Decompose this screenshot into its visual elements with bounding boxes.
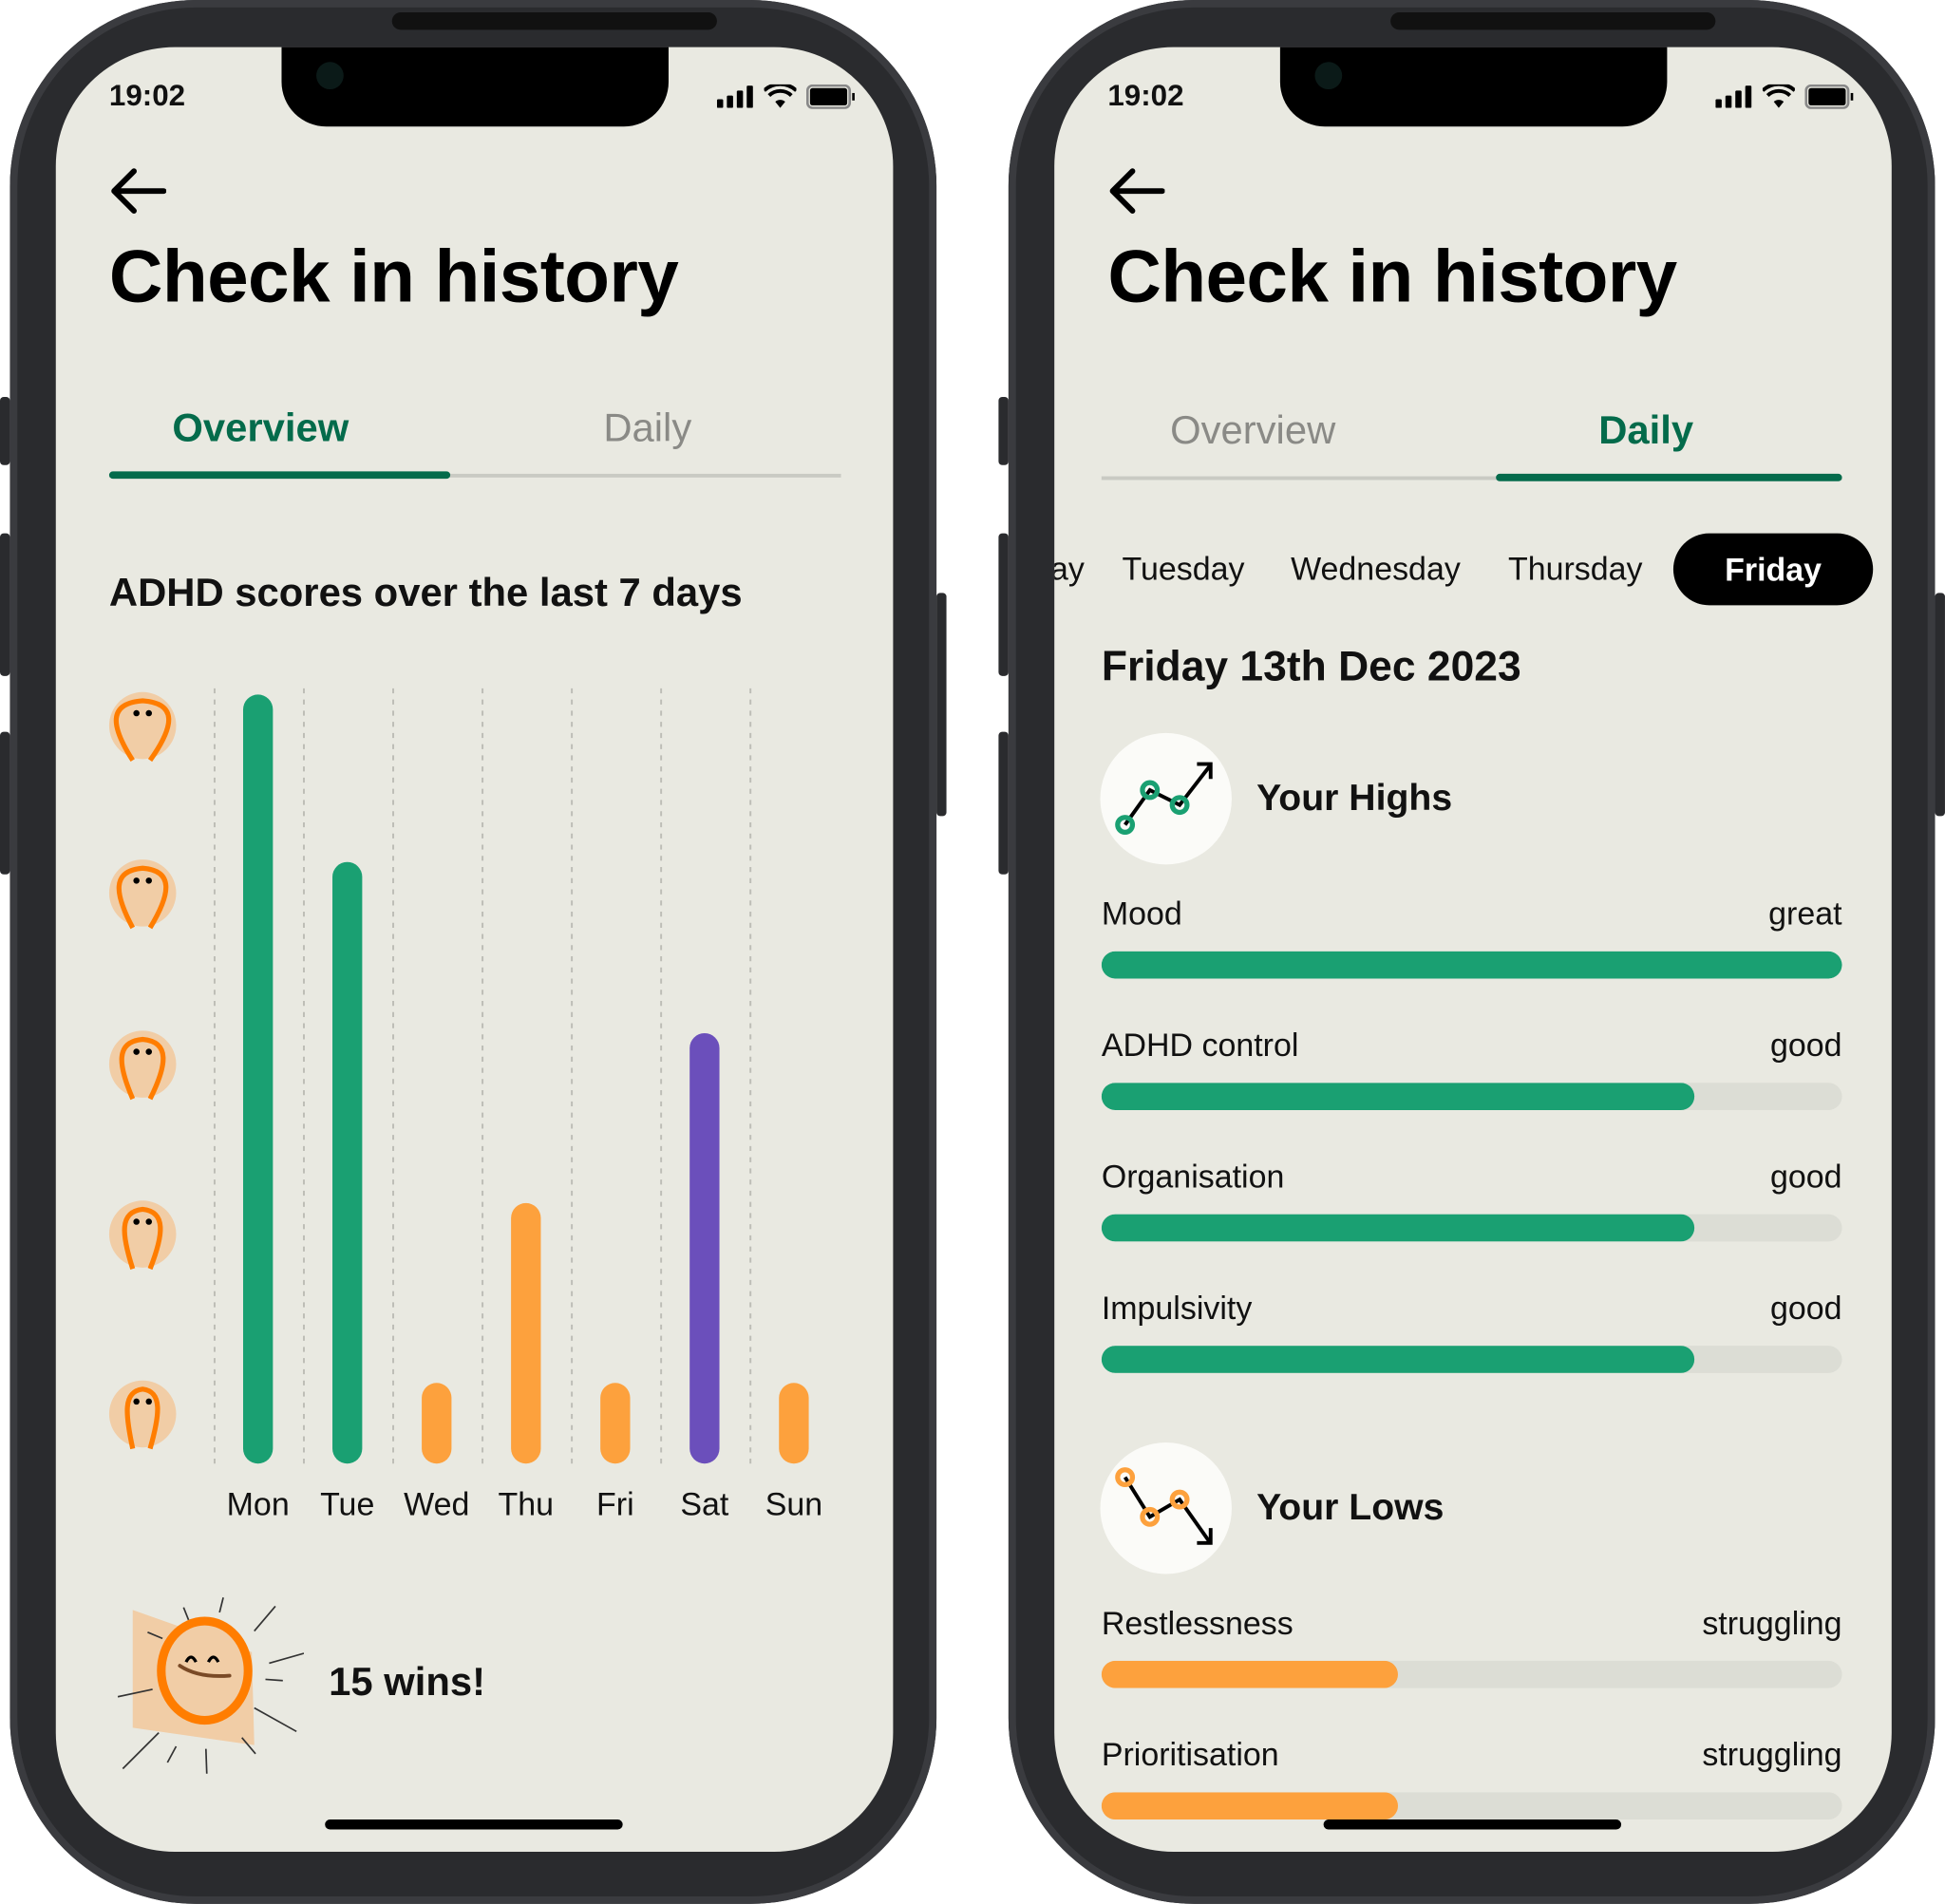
metric-progress-bar	[1101, 1214, 1842, 1242]
day-chip-monday[interactable]: Monday	[1054, 550, 1085, 588]
metric-progress-fill	[1101, 1083, 1694, 1110]
tab-daily[interactable]: Daily	[1598, 407, 1693, 453]
trend-up-icon	[1100, 732, 1232, 865]
metric-value: great	[1768, 895, 1842, 933]
bar-sat	[689, 1032, 720, 1464]
lows-title: Your Lows	[1256, 1487, 1445, 1529]
page-title: Check in history	[1107, 234, 1677, 318]
tab-indicator	[1496, 473, 1842, 481]
status-time: 19:02	[1107, 79, 1184, 113]
tab-overview[interactable]: Overview	[1170, 407, 1335, 453]
metric-label: ADHD control	[1101, 1026, 1299, 1064]
metric-label: Mood	[1101, 895, 1182, 933]
home-indicator[interactable]	[1323, 1819, 1622, 1830]
face-level-2-icon	[108, 1200, 177, 1271]
screen-daily: 19:02 Check in history Overview Daily Mo…	[1054, 47, 1892, 1853]
selected-date: Friday 13th Dec 2023	[1101, 643, 1521, 690]
x-label: Sun	[765, 1485, 823, 1523]
metric-row: Organisation good	[1102, 1158, 1842, 1196]
x-label: Fri	[596, 1485, 634, 1523]
metric-label: Prioritisation	[1101, 1735, 1279, 1774]
face-level-5-icon	[108, 691, 177, 763]
metric-label: Restlessness	[1101, 1604, 1294, 1642]
highs-title: Your Highs	[1256, 777, 1453, 820]
home-indicator[interactable]	[325, 1819, 623, 1830]
metric-row: ADHD control good	[1102, 1027, 1842, 1065]
metric-label: Impulsivity	[1101, 1289, 1253, 1327]
day-chip-thursday[interactable]: Thursday	[1508, 550, 1643, 588]
screen-overview: 19:02 Check in history Overview Daily AD…	[55, 47, 894, 1853]
x-label: Sat	[680, 1485, 729, 1523]
bar-mon	[242, 694, 274, 1464]
metric-progress-fill	[1101, 1660, 1398, 1688]
metric-value: good	[1770, 1158, 1842, 1196]
bar-sun	[779, 1383, 809, 1464]
battery-icon	[1804, 84, 1854, 109]
arrow-left-icon[interactable]	[1107, 167, 1165, 215]
metric-progress-fill	[1101, 1792, 1398, 1820]
face-level-4-icon	[108, 859, 177, 930]
metric-row: Impulsivity good	[1102, 1290, 1842, 1328]
status-icons	[1715, 84, 1854, 109]
wins-count: 15 wins!	[329, 1658, 486, 1704]
sun-wins-illustration	[117, 1597, 304, 1774]
metric-progress-fill	[1101, 1346, 1694, 1373]
metric-progress-bar	[1101, 951, 1842, 979]
trend-down-icon	[1100, 1442, 1232, 1574]
signal-icon	[1715, 85, 1752, 108]
face-level-3-icon	[108, 1030, 177, 1101]
bar-thu	[511, 1202, 541, 1464]
metric-value: good	[1770, 1026, 1842, 1064]
metric-value: good	[1770, 1289, 1842, 1327]
metric-row: Mood great	[1102, 895, 1842, 933]
metric-progress-bar	[1101, 1346, 1842, 1373]
speaker	[391, 12, 717, 30]
x-label: Tue	[320, 1485, 375, 1523]
metric-value: struggling	[1702, 1604, 1842, 1642]
day-chip-tuesday[interactable]: Tuesday	[1123, 550, 1245, 588]
wifi-icon	[1762, 84, 1795, 108]
metric-progress-bar	[1101, 1660, 1842, 1688]
metric-progress-bar	[1101, 1792, 1842, 1820]
x-label: Thu	[498, 1485, 555, 1523]
bar-fri	[600, 1383, 631, 1464]
metric-row: Prioritisation struggling	[1102, 1736, 1842, 1774]
day-chip-friday-selected[interactable]: Friday	[1672, 533, 1874, 606]
day-chip-wednesday[interactable]: Wednesday	[1291, 550, 1461, 588]
x-label: Wed	[404, 1485, 470, 1523]
metric-progress-fill	[1101, 951, 1842, 979]
metric-label: Organisation	[1101, 1158, 1285, 1196]
bar-tue	[332, 861, 363, 1464]
bar-wed	[422, 1383, 452, 1464]
adhd-score-chart	[108, 688, 809, 1464]
metric-row: Restlessness struggling	[1102, 1604, 1842, 1642]
metric-progress-fill	[1101, 1214, 1694, 1242]
metric-progress-bar	[1101, 1083, 1842, 1110]
x-label: Mon	[226, 1485, 290, 1523]
metric-value: struggling	[1702, 1735, 1842, 1774]
face-level-1-icon	[108, 1380, 177, 1450]
